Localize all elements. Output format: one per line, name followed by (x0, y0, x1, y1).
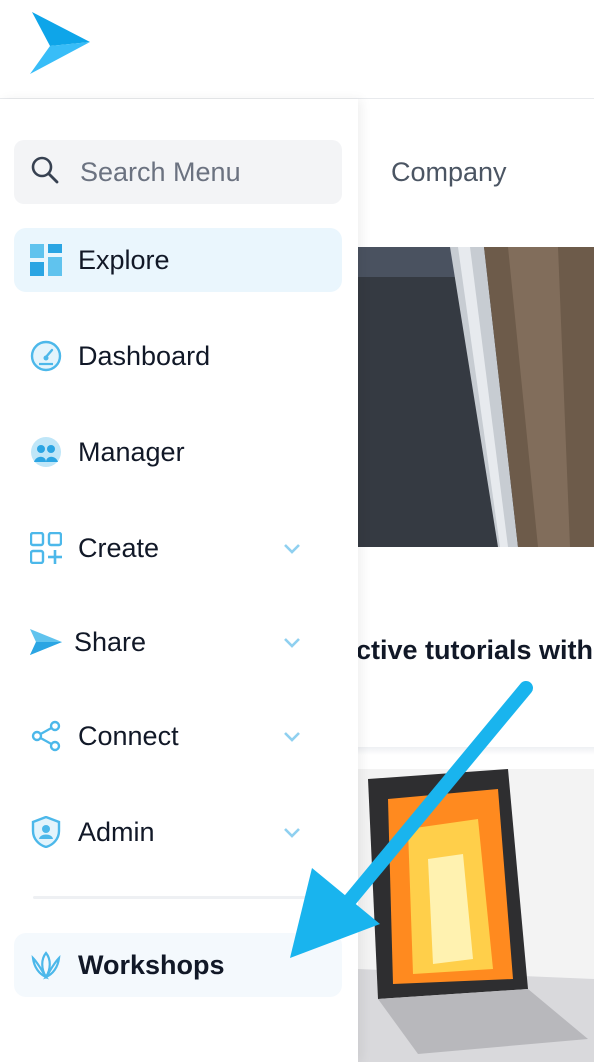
send-icon (28, 624, 64, 660)
share-nodes-icon (28, 718, 64, 754)
sidebar-item-label: Create (78, 532, 160, 563)
chevron-down-icon[interactable] (280, 724, 304, 748)
chevron-down-icon[interactable] (280, 630, 304, 654)
lotus-icon (28, 947, 64, 983)
sidebar-item-share[interactable]: Share (14, 610, 342, 674)
add-grid-icon (28, 530, 64, 566)
sidebar-item-label: Manager (78, 436, 185, 467)
menu-divider (33, 896, 333, 899)
sidebar-item-dashboard[interactable]: Dashboard (14, 324, 342, 388)
sidebar-item-label: Share (74, 626, 147, 657)
sidebar-item-admin[interactable]: Admin (14, 800, 342, 864)
sidebar-item-manager[interactable]: Manager (14, 420, 342, 484)
main-content: Company ctive tutorials with (356, 99, 594, 1062)
gauge-icon (28, 338, 64, 374)
tab-company[interactable]: Company (391, 157, 507, 188)
users-icon (28, 434, 64, 470)
sidebar-item-label: Workshops (78, 949, 225, 980)
article-image-laptop[interactable] (358, 247, 594, 547)
sidebar-item-label: Admin (78, 816, 155, 847)
search-input[interactable] (78, 155, 322, 189)
sidebar-item-label: Explore (78, 244, 170, 275)
sidebar-item-label: Connect (78, 720, 179, 751)
article-headline[interactable]: ctive tutorials with (356, 635, 593, 666)
sidebar-menu: Explore Dashboard Manager Create Share (0, 99, 358, 1062)
sidebar-item-connect[interactable]: Connect (14, 704, 342, 768)
sidebar-item-create[interactable]: Create (14, 516, 342, 580)
shield-user-icon (28, 814, 64, 850)
search-icon (30, 155, 60, 190)
chevron-down-icon[interactable] (280, 820, 304, 844)
sidebar-item-explore[interactable]: Explore (14, 228, 342, 292)
sidebar-item-label: Dashboard (78, 340, 211, 371)
card-divider (358, 747, 594, 755)
sidebar-item-workshops[interactable]: Workshops (14, 933, 342, 997)
top-bar (0, 0, 594, 99)
grid-icon (28, 242, 64, 278)
search-box[interactable] (14, 140, 342, 204)
paper-plane-logo-icon[interactable] (28, 12, 92, 81)
chevron-down-icon[interactable] (280, 536, 304, 560)
article-image-burning-laptop[interactable] (358, 769, 594, 1062)
